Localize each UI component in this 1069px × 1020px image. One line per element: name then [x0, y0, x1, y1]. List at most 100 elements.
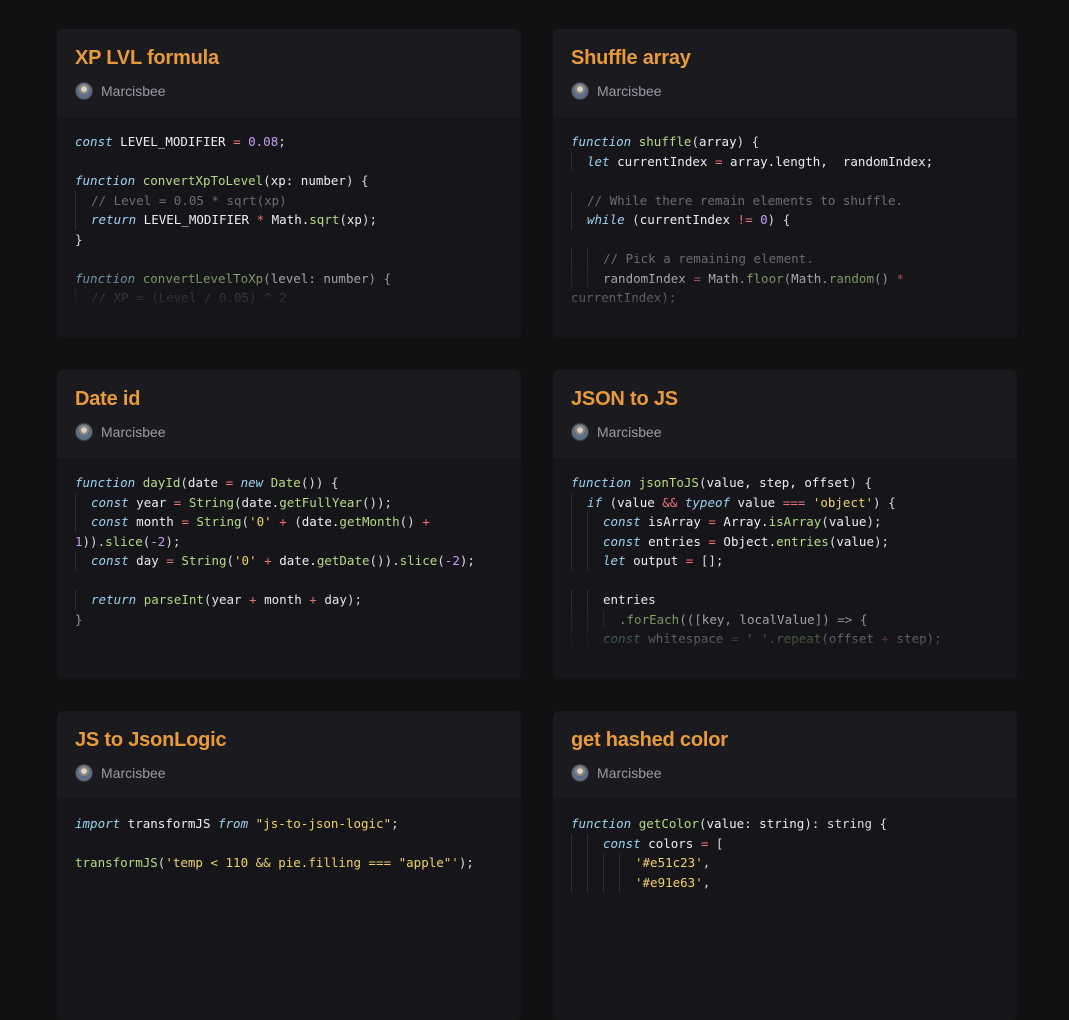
code-fade-overlay — [57, 940, 521, 1020]
code-preview: import transformJS from "js-to-json-logi… — [57, 799, 521, 1020]
snippet-card[interactable]: JS to JsonLogic Marcisbee import transform… — [57, 711, 521, 1020]
code-line: currentIndex); — [571, 288, 999, 308]
snippet-card[interactable]: Shuffle array Marcisbee function shuffle(a… — [553, 29, 1017, 338]
snippet-title[interactable]: get hashed color — [571, 727, 999, 753]
code-token: value: string — [706, 816, 805, 831]
code-token: Math. — [791, 270, 829, 286]
code-line: const entries = Object.entries(value); — [571, 531, 999, 551]
snippet-title[interactable]: Shuffle array — [571, 45, 999, 71]
snippet-title[interactable]: Date id — [75, 386, 503, 412]
code-token: === — [782, 494, 806, 510]
code-token: ) { — [767, 212, 791, 227]
indent-guide — [571, 531, 587, 551]
avatar — [571, 82, 589, 100]
code-token: )). — [82, 533, 106, 549]
code-token: LEVEL_MODIFIER — [136, 212, 257, 227]
card-header: JS to JsonLogic Marcisbee — [57, 711, 521, 799]
snippet-title[interactable]: XP LVL formula — [75, 45, 503, 71]
code-token: value — [730, 494, 783, 510]
indent-guide — [571, 609, 587, 629]
code-preview: function shuffle(array) {let currentInde… — [553, 117, 1017, 338]
indent-guide — [603, 853, 619, 873]
code-token: xp: number — [270, 173, 346, 188]
code-line: return parseInt(year + month + day); — [75, 590, 503, 610]
code-line: // While there remain elements to shuffl… — [571, 190, 999, 210]
code-token: ; — [391, 816, 399, 831]
code-token: ); — [361, 212, 378, 227]
code-token: year — [128, 494, 174, 510]
indent-guide — [603, 872, 619, 892]
code-token: offset — [828, 631, 882, 646]
author-link[interactable]: Marcisbee — [571, 81, 999, 101]
code-token: && — [662, 494, 678, 510]
code-token: slice — [105, 533, 143, 549]
code-token: ( — [632, 212, 640, 227]
code-line: entries — [571, 590, 999, 610]
code-token: randomIndex — [603, 270, 694, 286]
code-token: ( — [241, 514, 250, 529]
code-token: xp — [346, 212, 362, 227]
indent-guide — [587, 551, 603, 571]
code-token: = — [233, 134, 241, 149]
code-token: String — [188, 494, 235, 510]
code-token: '0' — [249, 514, 272, 529]
code-token: Array. — [715, 514, 769, 529]
author-link[interactable]: Marcisbee — [75, 422, 503, 442]
code-token: ) { — [873, 494, 896, 510]
code-line: const year = String(date.getFullYear()); — [75, 492, 503, 512]
code-token: []; — [700, 553, 724, 568]
code-line: let currentIndex = array.length, randomI… — [571, 151, 999, 171]
snippet-title[interactable]: JSON to JS — [571, 386, 999, 412]
indent-guide — [571, 590, 587, 610]
code-token: new — [240, 475, 264, 490]
card-header: JSON to JS Marcisbee — [553, 370, 1017, 458]
code-token: + — [249, 592, 257, 607]
snippet-card[interactable]: get hashed color Marcisbee function getCol… — [553, 711, 1017, 1020]
code-token: date — [187, 475, 226, 490]
code-token: () — [399, 514, 423, 529]
author-link[interactable]: Marcisbee — [571, 422, 999, 442]
code-token: 0.08 — [248, 134, 279, 149]
indent-guide — [619, 872, 635, 892]
code-line: } — [75, 610, 503, 630]
indent-guide — [571, 151, 587, 171]
author-link[interactable]: Marcisbee — [75, 81, 503, 101]
card-header: XP LVL formula Marcisbee — [57, 29, 521, 117]
snippet-card[interactable]: JSON to JS Marcisbee function jsonToJS(val… — [553, 370, 1017, 679]
code-token: Object. — [715, 533, 777, 549]
code-token: // While there remain elements to shuffl… — [587, 192, 904, 208]
code-token: * — [896, 270, 905, 286]
code-line: import transformJS from "js-to-json-logi… — [75, 814, 503, 834]
avatar — [75, 82, 93, 100]
code-token: ) { — [736, 134, 760, 149]
snippet-title[interactable]: JS to JsonLogic — [75, 727, 503, 753]
code-token: floor — [746, 270, 784, 286]
snippet-card[interactable]: XP LVL formula Marcisbee const LEVEL_MODIF… — [57, 29, 521, 338]
indent-guide — [587, 249, 603, 269]
code-token: String — [196, 514, 242, 529]
code-token: ]) => { — [814, 611, 868, 627]
author-link[interactable]: Marcisbee — [571, 763, 999, 783]
code-token: = — [225, 475, 234, 490]
code-token: ): string { — [804, 816, 888, 831]
code-token: ( — [263, 173, 271, 188]
code-token: let — [603, 553, 626, 568]
indent-guide — [587, 531, 603, 551]
code-token: getDate — [316, 553, 370, 568]
code-line: if (value && typeof value === 'object') … — [571, 492, 999, 512]
code-token: const — [603, 835, 641, 851]
author-link[interactable]: Marcisbee — [75, 763, 503, 783]
code-token: value — [836, 533, 874, 549]
code-line: // Pick a remaining element. — [571, 249, 999, 269]
code-token: date. — [271, 553, 317, 568]
snippet-card[interactable]: Date id Marcisbee function dayId(date = ne… — [57, 370, 521, 679]
code-token: -2 — [150, 533, 166, 549]
code-token: ; — [278, 134, 286, 149]
